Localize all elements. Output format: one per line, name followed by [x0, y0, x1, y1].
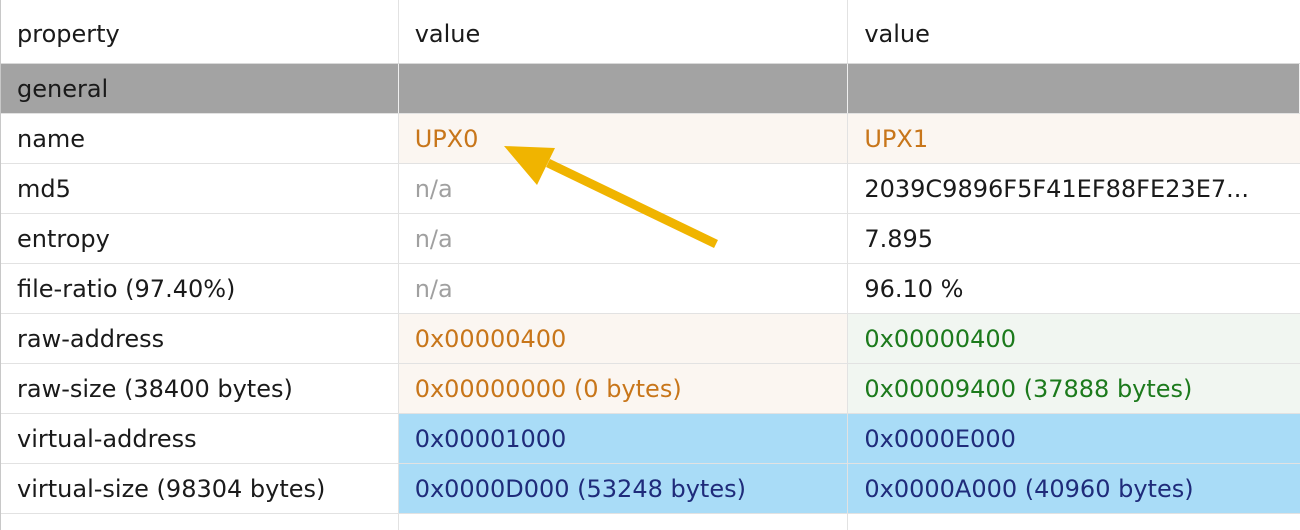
value-cell: 0x0000D000 (53248 bytes) [398, 464, 849, 513]
value-cell: UPX0 [398, 114, 849, 163]
value-cell: 0x00000000 (0 bytes) [398, 364, 849, 413]
value-cell: 0x00009400 (37888 bytes) [848, 364, 1300, 413]
table-row-virtual-address[interactable]: virtual-address 0x00001000 0x0000E000 [1, 414, 1300, 464]
section-label: general [1, 64, 399, 113]
value-cell: UPX1 [848, 114, 1300, 163]
value-cell: 7.895 [864, 224, 934, 253]
section-empty-cell [848, 64, 1300, 113]
column-header-value-2[interactable]: value [848, 0, 1300, 63]
value-cell: 0x0000A000 (40960 bytes) [848, 464, 1300, 513]
section-properties-grid: property value value general name UPX0 U… [0, 0, 1300, 530]
property-name: virtual-address [1, 414, 399, 463]
section-row-general[interactable]: general [1, 64, 1300, 114]
value-cell: n/a [399, 164, 849, 213]
property-name: raw-size (38400 bytes) [1, 364, 399, 413]
property-name: raw-address [1, 314, 399, 363]
table-row-virtual-size[interactable]: virtual-size (98304 bytes) 0x0000D000 (5… [1, 464, 1300, 514]
table-row-empty [1, 514, 1300, 530]
property-name: entropy [1, 214, 399, 263]
empty-cell [848, 514, 1300, 530]
table-row-name[interactable]: name UPX0 UPX1 [1, 114, 1300, 164]
section-empty-cell [398, 64, 849, 113]
value-cell: n/a [399, 214, 849, 263]
column-header-value-1[interactable]: value [399, 0, 849, 63]
table-row-entropy[interactable]: entropy n/a 7.895 [1, 214, 1300, 264]
property-name: name [1, 114, 399, 163]
property-name: file-ratio (97.40%) [1, 264, 399, 313]
property-name: md5 [1, 164, 399, 213]
value-cell: 0x00000400 [398, 314, 849, 363]
column-header-row: property value value [1, 0, 1300, 64]
table-row-raw-address[interactable]: raw-address 0x00000400 0x00000400 [1, 314, 1300, 364]
table-row-file-ratio[interactable]: file-ratio (97.40%) n/a 96.10 % [1, 264, 1300, 314]
empty-cell [1, 514, 399, 530]
column-header-property[interactable]: property [1, 0, 399, 63]
value-cell: n/a [399, 264, 849, 313]
value-cell: 2039C9896F5F41EF88FE23E7... [864, 174, 1250, 203]
value-cell: 0x0000E000 [848, 414, 1300, 463]
property-name: virtual-size (98304 bytes) [1, 464, 399, 513]
value-cell: 0x00001000 [398, 414, 849, 463]
value-cell: 96.10 % [864, 274, 964, 303]
empty-cell [399, 514, 849, 530]
table-row-md5[interactable]: md5 n/a 2039C9896F5F41EF88FE23E7... [1, 164, 1300, 214]
value-cell: 0x00000400 [848, 314, 1300, 363]
table-row-raw-size[interactable]: raw-size (38400 bytes) 0x00000000 (0 byt… [1, 364, 1300, 414]
